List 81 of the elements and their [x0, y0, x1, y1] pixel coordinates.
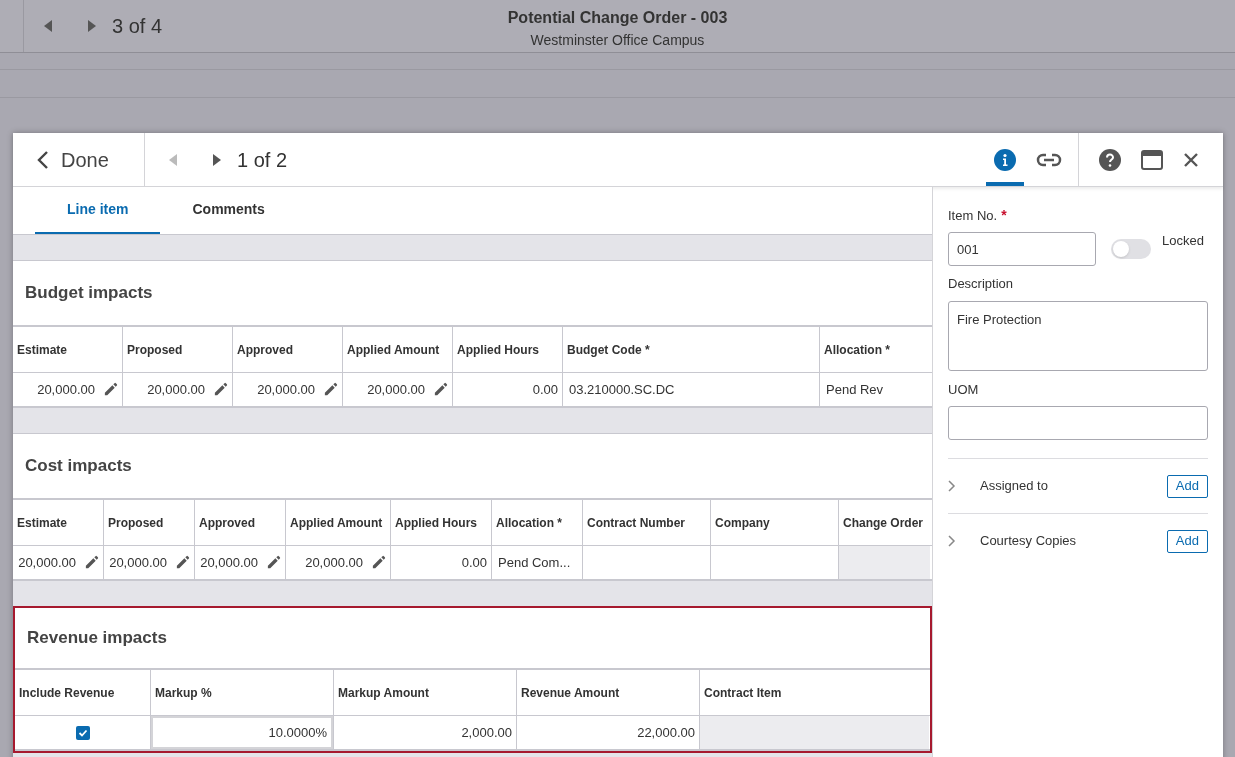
amount-text: 20,000.00: [109, 553, 167, 572]
column-header: Approved: [237, 341, 293, 359]
checkmark-icon: [77, 727, 88, 738]
amount-text: 22,000.00: [637, 723, 695, 742]
page-subtitle: Westminster Office Campus: [530, 31, 705, 50]
item-counter: 1 of 2: [237, 147, 288, 173]
column-header: Budget Code *: [567, 341, 650, 359]
amount-text: 0.00: [461, 553, 487, 572]
amount-text: 0.00: [532, 380, 558, 399]
close-icon[interactable]: [1183, 151, 1199, 168]
pencil-icon[interactable]: [84, 555, 99, 570]
pencil-icon[interactable]: [323, 382, 338, 397]
required-marker: *: [1001, 206, 1007, 225]
done-button[interactable]: Done: [13, 133, 145, 186]
pencil-icon[interactable]: [433, 382, 448, 397]
amount-text: 20,000.00: [257, 380, 315, 399]
column-header: Markup %: [155, 684, 212, 702]
chevron-icon[interactable]: [948, 480, 956, 492]
section-title: Revenue impacts: [27, 627, 167, 650]
column-header: Applied Amount: [347, 341, 440, 359]
column-header: Company: [715, 514, 770, 532]
next-icon[interactable]: [213, 153, 221, 166]
checkbox[interactable]: [75, 725, 90, 740]
column-header: Contract Number: [587, 514, 685, 532]
add-button[interactable]: Add: [1166, 474, 1208, 498]
info-icon[interactable]: [994, 148, 1016, 171]
field-label: UOM: [948, 380, 980, 399]
group-label: Assigned to: [980, 477, 1049, 496]
column-header: Revenue Amount: [521, 684, 620, 702]
tab[interactable]: Comments: [160, 187, 297, 234]
page-title: Potential Change Order - 003: [507, 8, 728, 28]
add-button[interactable]: Add: [1166, 529, 1208, 553]
chevron-icon[interactable]: [948, 535, 956, 547]
column-header: Estimate: [17, 514, 68, 532]
previous-icon[interactable]: [44, 20, 52, 32]
description-field[interactable]: Fire Protection: [948, 300, 1208, 371]
column-header: Applied Amount: [290, 514, 383, 532]
section-title: Budget impacts: [25, 282, 153, 305]
amount-text: 20,000.00: [200, 553, 258, 572]
next-icon[interactable]: [88, 20, 96, 32]
cell-text: 03.210000.SC.DC: [569, 380, 675, 399]
amount-text: 20,000.00: [37, 380, 95, 399]
toggle-label: Locked: [1162, 232, 1204, 251]
column-header: Markup Amount: [338, 684, 429, 702]
help-icon[interactable]: [1099, 148, 1121, 171]
column-header: Approved: [199, 514, 255, 532]
markup-field[interactable]: 10.0000%: [151, 716, 333, 749]
tab[interactable]: Line item: [35, 187, 161, 234]
column-header: Contract Item: [704, 684, 782, 702]
cell-text: Pend Rev: [826, 380, 884, 399]
field-label: Description: [948, 275, 1015, 293]
column-header: Applied Hours: [457, 341, 539, 359]
column-header: Include Revenue: [19, 684, 115, 702]
column-header: Estimate: [17, 341, 68, 359]
pencil-icon[interactable]: [103, 382, 118, 397]
column-header: Allocation *: [496, 514, 562, 532]
group-label: Courtesy Copies: [980, 532, 1078, 551]
column-header: Proposed: [108, 514, 164, 532]
amount-text: 20,000.00: [305, 553, 363, 572]
amount-text: 20,000.00: [147, 380, 205, 399]
maximize-icon[interactable]: [1141, 149, 1163, 170]
back-icon: [37, 149, 49, 170]
toggle-switch[interactable]: [1111, 239, 1151, 259]
field-label: Item No.: [948, 206, 998, 225]
cell-text: Pend Com...: [498, 553, 571, 572]
column-header: Proposed: [127, 341, 183, 359]
record-counter: 3 of 4: [112, 14, 163, 39]
pencil-icon[interactable]: [213, 382, 228, 397]
column-header: Applied Hours: [395, 514, 477, 532]
pencil-icon[interactable]: [266, 555, 281, 570]
pencil-icon[interactable]: [175, 555, 190, 570]
amount-text: 20,000.00: [367, 380, 425, 399]
pencil-icon[interactable]: [371, 555, 386, 570]
column-header: Change Order: [843, 514, 923, 532]
item-number-field[interactable]: 001: [948, 232, 1096, 266]
section-title: Cost impacts: [25, 455, 132, 478]
link-icon[interactable]: [1036, 151, 1062, 168]
amount-text: 2,000.00: [461, 723, 512, 742]
uom-field[interactable]: [948, 406, 1208, 440]
amount-text: 20,000.00: [18, 553, 76, 572]
column-header: Allocation *: [824, 341, 890, 359]
